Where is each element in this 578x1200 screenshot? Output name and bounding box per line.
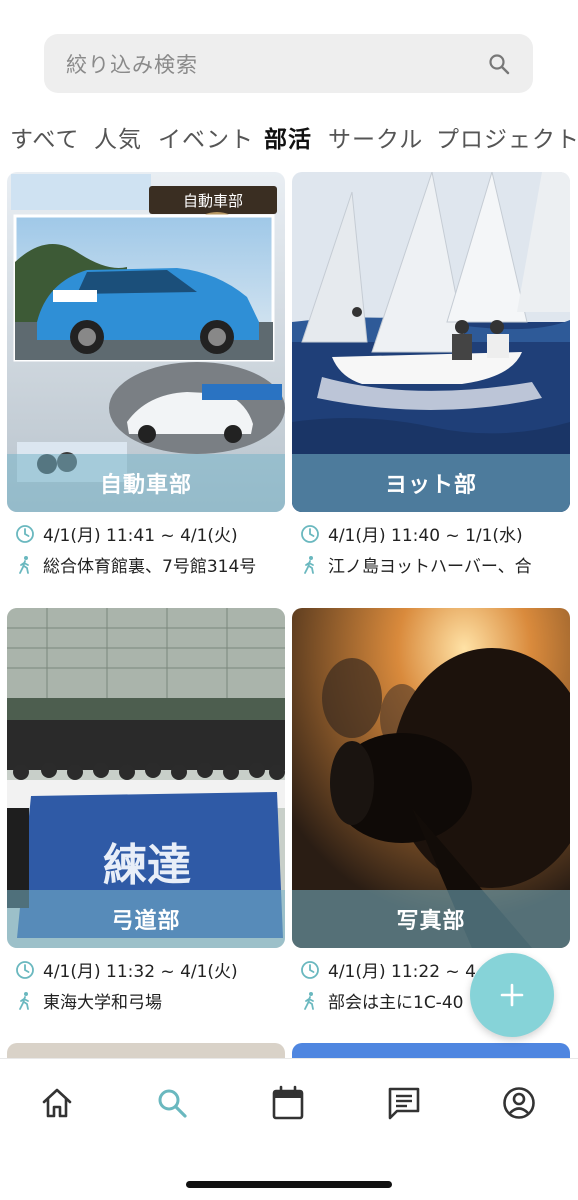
card-title-bar: ヨット部 — [292, 454, 570, 512]
walking-icon — [304, 555, 314, 574]
event-time: 4/1(月) 11:22 ~ 4 — [328, 962, 476, 982]
event-time: 4/1(月) 11:41 ~ 4/1(火) — [43, 526, 238, 546]
clock-icon — [301, 960, 319, 979]
user-icon — [503, 1087, 535, 1119]
clock-icon — [16, 524, 34, 543]
walking-icon — [19, 991, 29, 1010]
message-icon — [388, 1087, 420, 1120]
event-location: 東海大学和弓場 — [43, 993, 162, 1013]
event-time: 4/1(月) 11:32 ~ 4/1(火) — [43, 962, 238, 982]
card-title: ヨット部 — [384, 473, 477, 498]
banner-text: 練達 — [103, 840, 191, 891]
search-icon[interactable] — [487, 52, 511, 76]
tab-clubs[interactable]: 部活 — [264, 120, 312, 154]
home-indicator — [186, 1181, 392, 1188]
tab-circles[interactable]: サークル — [328, 120, 423, 154]
home-icon — [42, 1088, 72, 1118]
card-title: 自動車部 — [99, 473, 192, 498]
plus-icon — [500, 983, 524, 1007]
search-input[interactable]: 絞り込み検索 — [66, 49, 487, 79]
event-time: 4/1(月) 11:40 ~ 1/1(水) — [328, 526, 523, 546]
card-title-bar: 写真部 — [292, 890, 570, 948]
nav-home[interactable] — [37, 1083, 77, 1123]
category-tabs: すべて 人気 イベント 部活 サークル プロジェクト — [0, 112, 578, 158]
card-title-bar: 自動車部 — [7, 454, 285, 512]
club-card[interactable]: 練達 弓道部 — [7, 608, 285, 948]
club-card[interactable]: 写真部 — [292, 608, 570, 948]
poster-title: 自動車部 — [183, 192, 243, 210]
tab-events[interactable]: イベント — [158, 120, 254, 154]
event-location: 部会は主に1C-40 — [328, 993, 464, 1013]
card-title: 写真部 — [396, 909, 466, 934]
nav-messages[interactable] — [384, 1083, 424, 1123]
clock-icon — [16, 960, 34, 979]
bottom-nav — [0, 1058, 578, 1200]
search-icon — [158, 1089, 187, 1118]
nav-profile[interactable] — [499, 1083, 539, 1123]
walking-icon — [19, 555, 29, 574]
card-meta: 4/1(月) 11:41 ~ 4/1(火) 総合体育館裏、7号館314号 — [15, 518, 297, 580]
tab-popular[interactable]: 人気 — [94, 120, 142, 154]
nav-search[interactable] — [152, 1083, 192, 1123]
club-card[interactable]: ヨット部 — [292, 172, 570, 512]
event-location: 総合体育館裏、7号館314号 — [43, 557, 257, 577]
card-title: 弓道部 — [111, 909, 181, 934]
card-meta: 4/1(月) 11:32 ~ 4/1(火) 東海大学和弓場 — [15, 954, 297, 1016]
walking-icon — [304, 991, 314, 1010]
card-meta: 4/1(月) 11:40 ~ 1/1(水) 江ノ島ヨットハーバー、合 — [300, 518, 570, 580]
tab-all[interactable]: すべて — [10, 120, 79, 154]
clock-icon — [301, 524, 319, 543]
card-title-bar: 弓道部 — [7, 890, 285, 948]
tab-projects[interactable]: プロジェクト — [436, 120, 578, 154]
club-card[interactable]: 自動車部 自動車部 — [7, 172, 285, 512]
add-button[interactable] — [470, 953, 554, 1037]
nav-calendar[interactable] — [268, 1083, 308, 1123]
event-location: 江ノ島ヨットハーバー、合 — [328, 557, 532, 577]
search-bar[interactable]: 絞り込み検索 — [44, 34, 533, 93]
calendar-icon — [272, 1085, 304, 1120]
